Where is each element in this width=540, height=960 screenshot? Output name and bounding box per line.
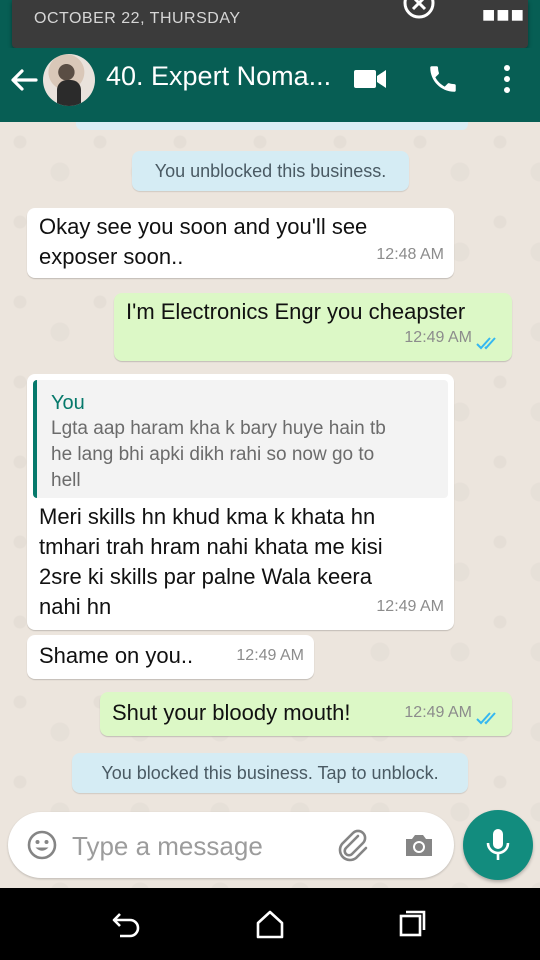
- message-text: Okay see you soon and you'll see exposer…: [39, 212, 367, 272]
- message-line: nahi hn: [39, 594, 112, 619]
- emoji-icon[interactable]: [26, 829, 58, 861]
- message-bubble-incoming-reply[interactable]: You Lgta aap haram kha k bary huye hain …: [27, 374, 454, 630]
- nav-recents-icon[interactable]: [398, 908, 428, 938]
- system-message-text: You unblocked this business.: [154, 161, 387, 181]
- read-ticks-icon: [476, 712, 496, 725]
- camera-icon[interactable]: [402, 828, 436, 862]
- chat-title[interactable]: 40. Expert Noma...: [106, 61, 331, 92]
- nav-home-icon[interactable]: [254, 908, 286, 940]
- quoted-line: Lgta aap haram kha k bary huye hain tb: [51, 418, 386, 439]
- previous-message-edge: [76, 122, 468, 130]
- message-line: Okay see you soon and you'll see: [39, 214, 368, 239]
- back-arrow-icon[interactable]: [8, 64, 40, 96]
- more-vert-icon[interactable]: [496, 62, 518, 96]
- quoted-line: hell: [51, 470, 81, 491]
- message-time: 12:49 AM: [236, 647, 304, 664]
- message-text: Shame on you..: [39, 643, 194, 668]
- mic-button[interactable]: [463, 810, 533, 880]
- notification-shade[interactable]: OCTOBER 22, THURSDAY ■■■: [12, 0, 528, 48]
- chat-header: 40. Expert Noma...: [0, 48, 540, 122]
- message-line: 2sre ki skills par palne Wala keera: [39, 564, 372, 589]
- mic-icon: [486, 829, 510, 860]
- notification-date: OCTOBER 22, THURSDAY: [34, 10, 241, 27]
- close-icon[interactable]: [402, 0, 436, 20]
- message-line: tmhari trah hram nahi khata me kisi: [39, 534, 383, 559]
- system-message: You unblocked this business.: [132, 151, 409, 191]
- message-bubble-outgoing[interactable]: I'm Electronics Engr you cheapster 12:49…: [114, 293, 512, 361]
- message-input[interactable]: [70, 826, 304, 866]
- message-compose-box: [8, 812, 454, 878]
- message-time: 12:49 AM: [404, 329, 472, 346]
- message-time: 12:49 AM: [376, 598, 444, 615]
- message-text: Meri skills hn khud kma k khata hn tmhar…: [39, 502, 383, 622]
- message-line: exposer soon..: [39, 244, 184, 269]
- read-ticks-icon: [476, 337, 496, 350]
- quoted-author: You: [51, 392, 85, 414]
- chat-area[interactable]: You unblocked this business. Okay see yo…: [0, 122, 540, 888]
- system-message-text: You blocked this business. Tap to unbloc…: [101, 763, 439, 783]
- avatar[interactable]: [43, 54, 95, 106]
- system-message-blocked[interactable]: You blocked this business. Tap to unbloc…: [72, 753, 468, 793]
- notification-more-icon[interactable]: ■■■: [482, 2, 525, 28]
- nav-back-icon[interactable]: [110, 910, 142, 938]
- attach-icon[interactable]: [336, 828, 370, 862]
- message-time: 12:48 AM: [376, 246, 444, 263]
- system-nav-bar: [0, 888, 540, 960]
- message-time: 12:49 AM: [404, 704, 472, 721]
- message-line: Meri skills hn khud kma k khata hn: [39, 504, 376, 529]
- quoted-message[interactable]: You Lgta aap haram kha k bary huye hain …: [33, 380, 448, 498]
- phone-icon[interactable]: [426, 62, 460, 96]
- quoted-line: he lang bhi apki dikh rahi so now go to: [51, 444, 375, 465]
- message-bubble-outgoing[interactable]: Shut your bloody mouth! 12:49 AM: [100, 692, 512, 736]
- message-text: Shut your bloody mouth!: [112, 700, 351, 725]
- quoted-text: Lgta aap haram kha k bary huye hain tb h…: [51, 416, 431, 494]
- message-bubble-incoming[interactable]: Shame on you.. 12:49 AM: [27, 635, 314, 679]
- video-call-icon[interactable]: [352, 64, 388, 94]
- message-bubble-incoming[interactable]: Okay see you soon and you'll see exposer…: [27, 208, 454, 278]
